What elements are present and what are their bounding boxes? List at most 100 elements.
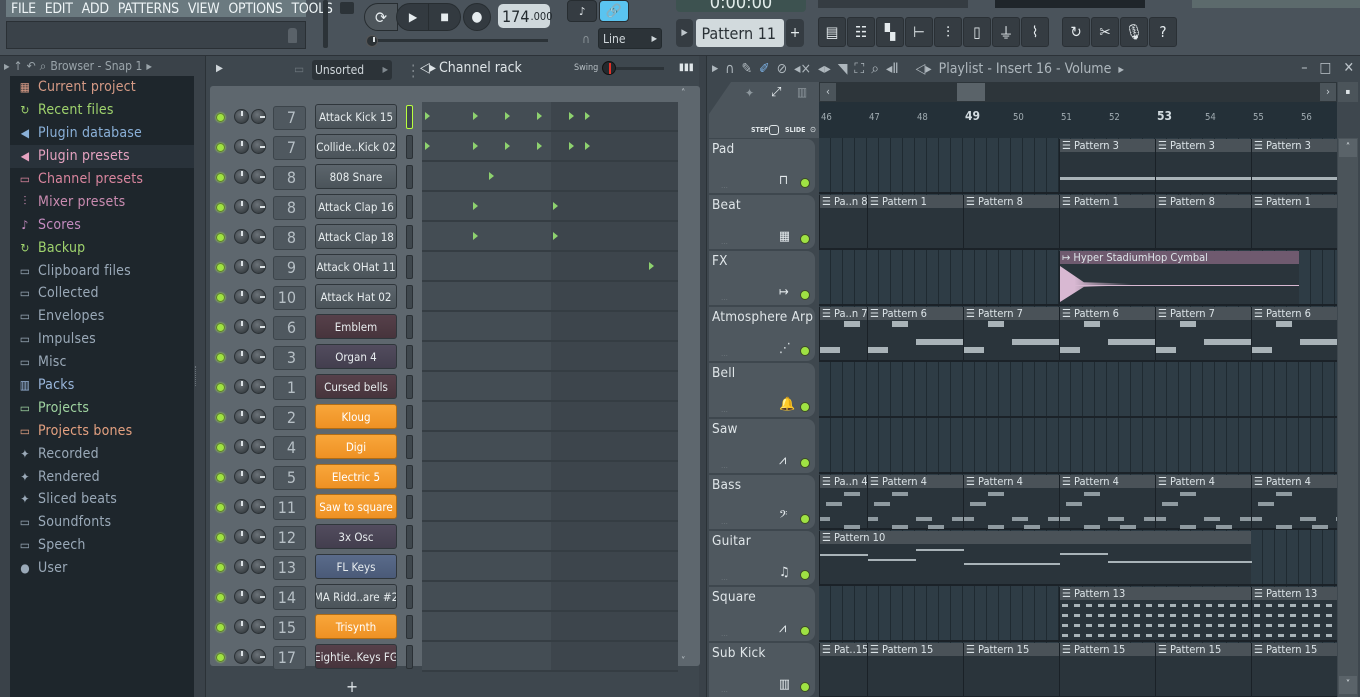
- mixer-track-number[interactable]: 5: [273, 466, 306, 490]
- step-sequencer[interactable]: [422, 132, 678, 162]
- channel-volume-knob[interactable]: [234, 589, 249, 604]
- channel-volume-knob[interactable]: [234, 349, 249, 364]
- browser-item[interactable]: ▭ Soundfonts: [10, 511, 194, 534]
- mixer-track-number[interactable]: 13: [273, 556, 306, 580]
- mixer-track-number[interactable]: 8: [273, 196, 306, 220]
- channel-name-button[interactable]: Digi: [315, 434, 397, 459]
- playlist-menu-icon[interactable]: ▶: [712, 64, 718, 74]
- step-note[interactable]: [585, 142, 590, 150]
- menu-view[interactable]: VIEW: [188, 1, 220, 17]
- step-note[interactable]: [425, 112, 430, 120]
- mixer-track-number[interactable]: 14: [273, 586, 306, 610]
- mute-icon[interactable]: ◂×: [794, 61, 811, 77]
- channel-mute-led[interactable]: [216, 353, 225, 362]
- track-menu-dots[interactable]: ...: [721, 237, 728, 246]
- browser-button[interactable]: ⊢: [905, 17, 933, 47]
- slip-icon[interactable]: ◂▸: [818, 61, 831, 77]
- channel-name-button[interactable]: Eightie..Keys FG: [315, 644, 397, 669]
- track-menu-dots[interactable]: ...: [721, 181, 728, 190]
- scroll-down-icon[interactable]: ˅: [681, 656, 686, 667]
- pattern-clip[interactable]: ☰ Pa..n 7: [819, 307, 867, 360]
- channel-mute-led[interactable]: [216, 473, 225, 482]
- browser-item[interactable]: ▦ Current project: [10, 76, 194, 99]
- track-header[interactable]: Square ⩘...: [709, 587, 815, 641]
- channel-mute-led[interactable]: [216, 623, 225, 632]
- track-header[interactable]: Sub Kick ▥...: [709, 643, 815, 697]
- step-sequencer[interactable]: [422, 222, 678, 252]
- mixer-track-number[interactable]: 2: [273, 406, 306, 430]
- pin-icon[interactable]: [288, 28, 297, 43]
- pattern-clip[interactable]: ☰ Pattern 4: [867, 475, 968, 529]
- browser-item[interactable]: ▭ Misc: [10, 351, 194, 374]
- channel-pan-knob[interactable]: [251, 169, 266, 184]
- channel-name-button[interactable]: 808 Snare: [315, 164, 397, 189]
- mixer-track-number[interactable]: 10: [273, 286, 306, 310]
- channel-pan-knob[interactable]: [251, 379, 266, 394]
- up-arrow-icon[interactable]: ↑: [14, 59, 23, 73]
- channel-volume-knob[interactable]: [234, 139, 249, 154]
- select-icon[interactable]: ⛶: [854, 61, 864, 77]
- channel-select[interactable]: [406, 165, 413, 189]
- track-mute-led[interactable]: [800, 514, 810, 524]
- channel-pan-knob[interactable]: [251, 649, 266, 664]
- channel-name-button[interactable]: MA Ridd..are #2: [315, 584, 397, 609]
- track-header[interactable]: Guitar ♫...: [709, 531, 815, 585]
- track-mute-led[interactable]: [800, 290, 810, 300]
- step-note[interactable]: [553, 202, 558, 210]
- browser-item[interactable]: ● User: [10, 557, 194, 580]
- piano-icon[interactable]: ▥: [797, 85, 807, 99]
- view-toggle-icon[interactable]: ▮▮▮: [679, 62, 694, 73]
- track-header[interactable]: Atmosphere Arp ⋰...: [709, 307, 815, 361]
- tempo-display[interactable]: 174.000: [498, 4, 553, 28]
- close-icon[interactable]: ✕: [1343, 60, 1354, 76]
- browser-item[interactable]: ✦ Rendered: [10, 465, 194, 488]
- channel-mute-led[interactable]: [216, 563, 225, 572]
- track-lane[interactable]: ☰ Pattern 3 ☰ Pattern 3 ☰ Pattern 3: [819, 138, 1337, 194]
- pattern-clip[interactable]: ☰ Pattern 3: [1251, 139, 1337, 192]
- step-edit-button[interactable]: ♪: [567, 0, 597, 22]
- channel-pan-knob[interactable]: [251, 259, 266, 274]
- step-sequencer[interactable]: [422, 102, 678, 132]
- scroll-right-button[interactable]: ›: [1320, 83, 1336, 101]
- play-button[interactable]: ▶: [396, 3, 430, 31]
- paint-icon[interactable]: ✐: [759, 61, 770, 77]
- browser-item[interactable]: ⫶ Mixer presets: [10, 190, 194, 213]
- step-slide-toggle[interactable]: [769, 125, 779, 135]
- track-mute-led[interactable]: [800, 234, 810, 244]
- track-header[interactable]: Bell 🔔...: [709, 363, 815, 417]
- channel-volume-knob[interactable]: [234, 169, 249, 184]
- chevron-right-icon[interactable]: ▶: [146, 62, 152, 71]
- scroll-up-icon[interactable]: ˄: [681, 88, 686, 99]
- channel-mute-led[interactable]: [216, 143, 225, 152]
- pattern-clip[interactable]: ☰ Pattern 1: [867, 195, 963, 248]
- channel-pan-knob[interactable]: [251, 559, 266, 574]
- channel-volume-knob[interactable]: [234, 289, 249, 304]
- song-position-slider[interactable]: [366, 35, 550, 47]
- channel-select[interactable]: [406, 195, 413, 219]
- browser-item[interactable]: ▭ Projects bones: [10, 419, 194, 442]
- master-volume-slider[interactable]: [323, 0, 328, 48]
- channel-select[interactable]: [406, 375, 413, 399]
- pattern-clip[interactable]: ☰ Pa..n 4: [819, 475, 867, 529]
- channel-name-button[interactable]: Attack Clap 16: [315, 194, 397, 219]
- pattern-clip[interactable]: ☰ Pattern 6: [867, 307, 964, 360]
- channel-name-button[interactable]: Electric 5: [315, 464, 397, 489]
- pattern-name[interactable]: Pattern 11: [696, 19, 784, 47]
- pattern-menu-button[interactable]: ▶: [676, 19, 693, 47]
- step-note[interactable]: [473, 112, 478, 120]
- channel-name-button[interactable]: Cursed bells: [315, 374, 397, 399]
- pattern-clip[interactable]: ☰ Pattern 1: [1059, 195, 1155, 248]
- slice-icon[interactable]: ◥: [838, 61, 848, 77]
- track-header[interactable]: Beat ▦...: [709, 195, 815, 249]
- browser-item[interactable]: ◀ Plugin database: [10, 122, 194, 145]
- mixer-track-number[interactable]: 8: [273, 226, 306, 250]
- browser-item[interactable]: ▭ Channel presets: [10, 168, 194, 191]
- pattern-clip[interactable]: ☰ Pattern 15: [1155, 643, 1251, 696]
- step-sequencer[interactable]: [422, 312, 678, 342]
- mixer-track-number[interactable]: 17: [273, 646, 306, 670]
- track-menu-dots[interactable]: ...: [721, 405, 728, 414]
- mixer-track-number[interactable]: 7: [273, 106, 306, 130]
- track-lane[interactable]: ☰ Pa..n 8 ☰ Pattern 1 ☰ Pattern 8 ☰ Pattern…: [819, 194, 1337, 250]
- audio-clip[interactable]: ↦ Hyper StadiumHop Cymbal: [1059, 251, 1299, 304]
- step-note[interactable]: [569, 112, 574, 120]
